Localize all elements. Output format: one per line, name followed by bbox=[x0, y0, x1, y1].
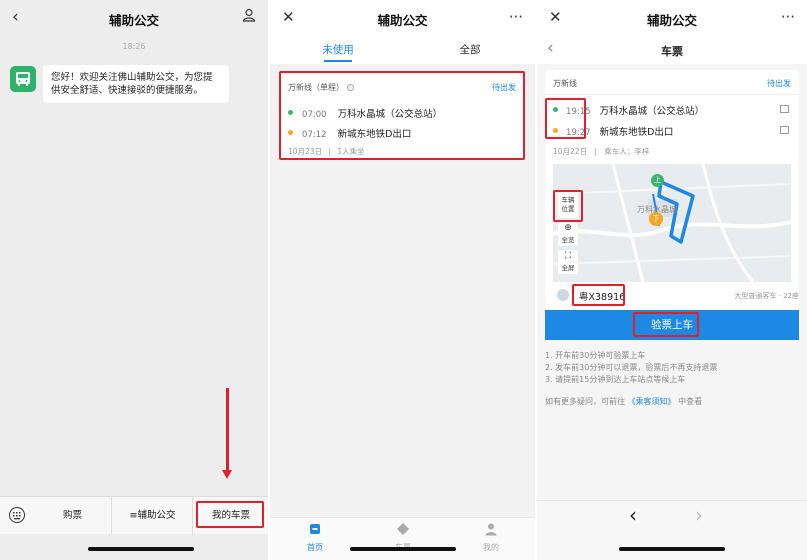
rules-list: 1. 开车前30分钟可验票上车 2. 发车前30分钟可以退票，验票后不再支持退票… bbox=[545, 350, 717, 386]
avatar bbox=[10, 66, 36, 92]
highlight-check-button bbox=[633, 312, 699, 337]
detail-meta: 10月22日 | 乘车人：李梓 bbox=[553, 147, 650, 156]
annotation-arrow bbox=[226, 388, 229, 470]
highlight-my-tickets bbox=[196, 501, 264, 528]
ticket-navbar: ✕ 辅助公交 ··· bbox=[270, 0, 535, 36]
page-title: 辅助公交 bbox=[108, 13, 159, 28]
detail-status: 待出发 bbox=[767, 79, 791, 88]
menu-item-buy[interactable]: 购票 bbox=[34, 497, 112, 535]
overview-button[interactable]: ⊕ 全览 bbox=[558, 222, 578, 246]
bus-icon bbox=[16, 72, 30, 86]
more-icon[interactable]: ··· bbox=[509, 7, 523, 27]
keyboard-icon[interactable] bbox=[9, 507, 25, 523]
fullscreen-icon: ⛶ bbox=[564, 251, 572, 261]
marker-alight[interactable]: 下 bbox=[649, 212, 663, 226]
passenger-notice-link[interactable]: 《乘客须知》 bbox=[628, 397, 676, 406]
fullscreen-button[interactable]: ⛶ 全屏 bbox=[558, 250, 578, 274]
bottom-tabbar: 首页 车票 我的 bbox=[270, 517, 535, 560]
tab-all[interactable]: 全部 bbox=[430, 42, 510, 57]
map-background bbox=[553, 164, 791, 282]
page-title: 辅助公交 bbox=[646, 13, 697, 28]
rule-item: 1. 开车前30分钟可验票上车 bbox=[545, 351, 646, 360]
chat-bubble: 您好！欢迎关注佛山辅助公交，为您提供安全舒适、快速接驳的便捷服务。 bbox=[43, 65, 229, 103]
highlight-ticket-card bbox=[279, 71, 525, 160]
person-icon[interactable] bbox=[242, 7, 256, 27]
bus-plate-icon bbox=[557, 289, 569, 301]
detail-subtitle: 车票 bbox=[661, 45, 683, 58]
annotation-arrow-head bbox=[222, 470, 232, 479]
rule-item: 2. 发车前30分钟可以退票，验票后不再支持退票 bbox=[545, 363, 718, 372]
home-indicator bbox=[350, 547, 456, 551]
user-icon bbox=[485, 523, 497, 536]
page-title: 辅助公交 bbox=[377, 13, 428, 28]
ticket-tabs: 未使用 全部 bbox=[270, 36, 535, 64]
browser-forward-button[interactable]: › bbox=[695, 503, 703, 527]
home-indicator bbox=[88, 547, 194, 551]
ticket-detail-panel: ✕ 辅助公交 ··· ‹ 车票 万新线 待出发 19:15 万科水晶城（公交总站… bbox=[537, 0, 807, 560]
highlight-plate bbox=[572, 284, 625, 306]
more-icon[interactable]: ··· bbox=[781, 7, 795, 27]
faq-line: 如有更多疑问，可前往 《乘客须知》 中查看 bbox=[545, 397, 703, 406]
tab-unused-underline bbox=[324, 60, 352, 62]
chat-navbar: ‹ 辅助公交 bbox=[0, 0, 268, 36]
detail-line: 万新线 bbox=[553, 79, 577, 88]
browser-toolbar: ‹ › bbox=[537, 500, 807, 560]
ticket-icon bbox=[397, 523, 409, 535]
highlight-times bbox=[545, 98, 586, 139]
chat-message: 您好！欢迎关注佛山辅助公交，为您提供安全舒适、快速接驳的便捷服务。 bbox=[51, 72, 213, 96]
marker-board[interactable]: 上 bbox=[651, 174, 664, 187]
ticket-list-panel: ✕ 辅助公交 ··· 未使用 全部 万新线（单程） i 待出发 07:00 万科… bbox=[270, 0, 535, 560]
detail-divider bbox=[545, 94, 799, 95]
chat-timestamp: 18:26 bbox=[122, 42, 146, 51]
locate-icon: ⊕ bbox=[564, 223, 572, 233]
tabbar-home[interactable]: 首页 bbox=[300, 522, 330, 553]
highlight-vehicle-position bbox=[553, 190, 583, 222]
chat-panel: ‹ 辅助公交 18:26 您好！欢迎关注佛山辅助公交，为您提供安全舒适、快速接驳… bbox=[0, 0, 268, 560]
browser-back-button[interactable]: ‹ bbox=[629, 503, 637, 527]
menu-item-bus[interactable]: ≡辅助公交 bbox=[113, 497, 193, 535]
image-icon[interactable] bbox=[780, 126, 789, 134]
rule-item: 3. 请提前15分钟到达上车站点等候上车 bbox=[545, 375, 686, 384]
detail-subnav: ‹ 车票 bbox=[537, 36, 807, 64]
tab-unused[interactable]: 未使用 bbox=[298, 42, 378, 57]
home-icon bbox=[310, 524, 320, 534]
image-icon[interactable] bbox=[780, 105, 789, 113]
tabbar-mine[interactable]: 我的 bbox=[476, 522, 506, 553]
vehicle-type: 大型普通客车 · 22座 bbox=[734, 292, 799, 300]
home-indicator bbox=[619, 547, 725, 551]
route-map[interactable]: 万科水晶城 上 下 车辆位置 ⊕ 全览 ⛶ 全屏 bbox=[553, 164, 791, 282]
detail-navbar: ✕ 辅助公交 ··· bbox=[537, 0, 807, 36]
